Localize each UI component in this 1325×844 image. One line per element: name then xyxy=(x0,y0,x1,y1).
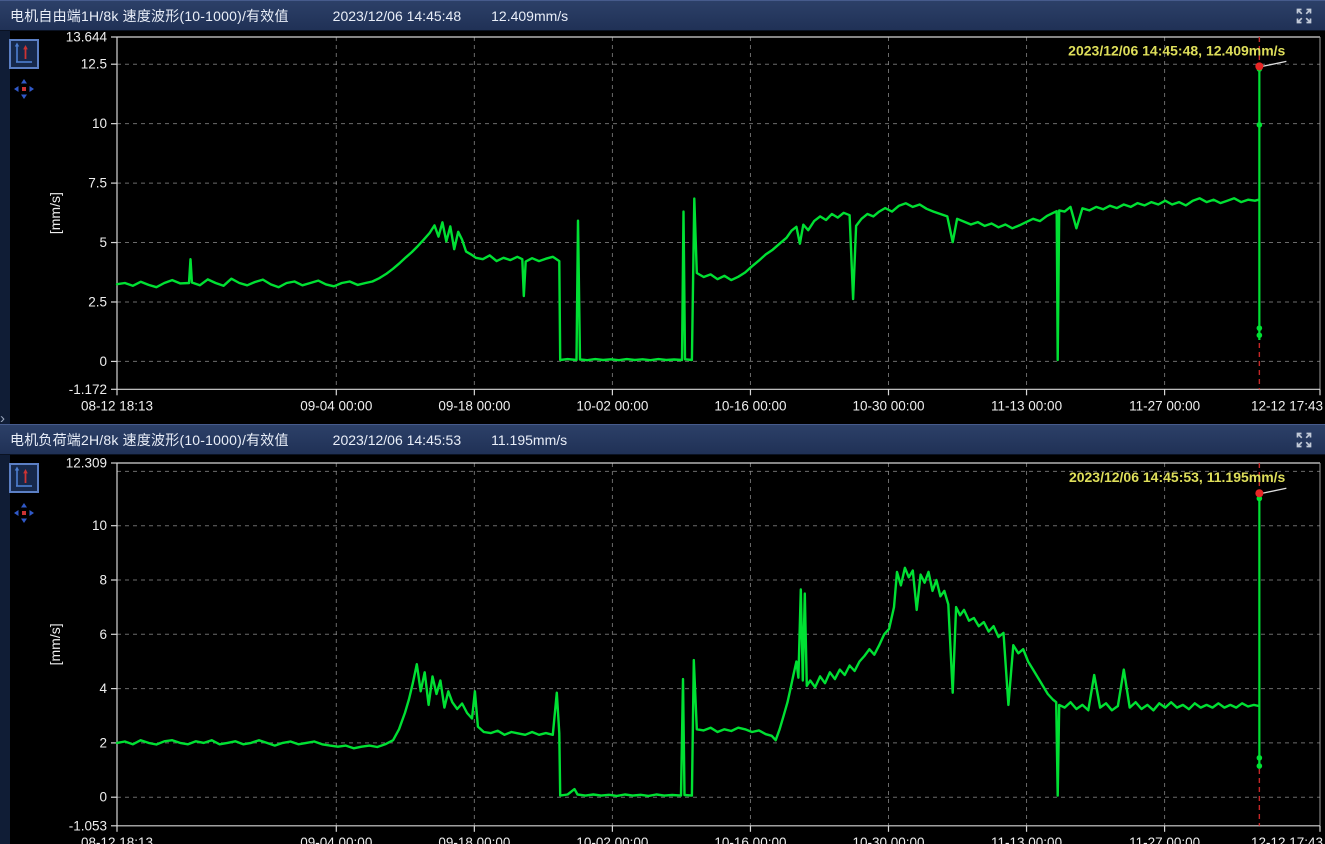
y-tick-label: 5 xyxy=(99,235,107,250)
x-tick-label: 08-12 18:13 xyxy=(81,835,153,844)
x-tick-label: 09-18 00:00 xyxy=(438,835,510,844)
y-tick-label: 12.309 xyxy=(66,456,107,471)
y-tick-label: 12.5 xyxy=(81,57,107,72)
y-tick-label: 13.644 xyxy=(66,31,108,45)
y-tick-label: 4 xyxy=(99,681,107,696)
trend-chart-panel-1: 13.644 12.5 10 7.5 5 2.5 0 -1.172 [mm/s] 08-12 18… xyxy=(0,31,1325,424)
pan-move-tool-icon xyxy=(14,503,34,523)
burst-dot xyxy=(1257,332,1263,338)
y-tick-label: 8 xyxy=(99,572,107,587)
selected-point-marker xyxy=(1255,489,1263,497)
x-tick-label: 11-27 00:00 xyxy=(1129,398,1200,413)
y-tick-label: 10 xyxy=(92,518,107,533)
x-tick-label: 10-16 00:00 xyxy=(714,398,786,413)
marker-pointer-line xyxy=(1262,61,1286,66)
x-tick-label: 10-02 00:00 xyxy=(576,835,648,844)
trend-chart-panel-2: 12.309 10 8 6 4 2 0 -1.053 [mm/s] 08-12 18:13 09-0… xyxy=(0,455,1325,844)
axis-scale-tool-icon xyxy=(11,465,37,491)
pan-move-tool-button[interactable] xyxy=(14,503,34,523)
panel1-current-value: 12.409mm/s xyxy=(491,8,568,24)
x-tick-label: 09-04 00:00 xyxy=(300,398,372,413)
pan-move-tool-button[interactable] xyxy=(14,79,34,99)
y-tick-label: 2.5 xyxy=(88,294,107,309)
trend-chart-1[interactable]: 13.644 12.5 10 7.5 5 2.5 0 -1.172 [mm/s] 08-12 18… xyxy=(0,31,1325,424)
y-tick-label: 7.5 xyxy=(88,176,107,191)
x-tick-label: 11-27 00:00 xyxy=(1129,835,1200,844)
x-tick-label: 10-02 00:00 xyxy=(576,398,648,413)
panel1-expand-button[interactable] xyxy=(1291,5,1317,27)
panel2-expand-button[interactable] xyxy=(1291,429,1317,451)
axis-scale-tool-icon xyxy=(11,41,37,67)
app-window: 电机自由端1H/8k 速度波形(10-1000)/有效值 2023/12/06 … xyxy=(0,0,1325,844)
marker-pointer-line xyxy=(1262,488,1286,493)
y-tick-label: -1.053 xyxy=(69,818,107,833)
axis-scale-tool-button[interactable] xyxy=(9,463,39,493)
trend-line xyxy=(117,198,1259,360)
trend-chart-2[interactable]: 12.309 10 8 6 4 2 0 -1.053 [mm/s] 08-12 18:13 09-0… xyxy=(0,455,1325,844)
x-tick-label: 12-12 17:43 xyxy=(1251,835,1323,844)
x-tick-label: 12-12 17:43 xyxy=(1251,398,1323,413)
y-tick-label: 6 xyxy=(99,627,107,642)
panel1-title: 电机自由端1H/8k 速度波形(10-1000)/有效值 xyxy=(10,6,289,26)
burst-dot xyxy=(1257,325,1263,331)
y-axis-unit-label: [mm/s] xyxy=(47,623,63,665)
selected-point-marker xyxy=(1255,62,1263,70)
expand-arrows-icon xyxy=(1295,431,1313,449)
x-tick-label: 09-18 00:00 xyxy=(438,398,510,413)
panel2-current-value: 11.195mm/s xyxy=(491,432,567,448)
pan-move-tool-icon xyxy=(14,79,34,99)
burst-dot xyxy=(1257,755,1263,761)
y-axis-unit-label: [mm/s] xyxy=(47,192,63,234)
x-tick-label: 09-04 00:00 xyxy=(300,835,372,844)
cursor-annotation: 2023/12/06 14:45:48, 12.409mm/s xyxy=(1068,42,1285,58)
x-tick-label: 10-30 00:00 xyxy=(852,835,924,844)
panel2-timestamp: 2023/12/06 14:45:53 xyxy=(333,432,461,448)
y-tick-label: -1.172 xyxy=(69,382,107,397)
x-tick-label: 10-16 00:00 xyxy=(714,835,786,844)
x-tick-label: 10-30 00:00 xyxy=(852,398,924,413)
burst-dot xyxy=(1257,122,1263,128)
cursor-annotation: 2023/12/06 14:45:53, 11.195mm/s xyxy=(1069,469,1286,485)
y-tick-label: 10 xyxy=(92,116,107,131)
panel-splitter-handle[interactable]: › xyxy=(0,410,12,428)
y-tick-label: 0 xyxy=(99,790,107,805)
axis-scale-tool-button[interactable] xyxy=(9,39,39,69)
expand-arrows-icon xyxy=(1295,7,1313,25)
y-tick-label: 2 xyxy=(99,735,107,750)
trend-line xyxy=(117,568,1259,796)
y-tick-label: 0 xyxy=(99,354,107,369)
panel1-timestamp: 2023/12/06 14:45:48 xyxy=(333,8,461,24)
panel2-titlebar: 电机负荷端2H/8k 速度波形(10-1000)/有效值 2023/12/06 … xyxy=(0,424,1325,455)
x-tick-label: 11-13 00:00 xyxy=(991,398,1062,413)
panel1-titlebar: 电机自由端1H/8k 速度波形(10-1000)/有效值 2023/12/06 … xyxy=(0,0,1325,31)
burst-dot xyxy=(1257,763,1263,769)
panel2-title: 电机负荷端2H/8k 速度波形(10-1000)/有效值 xyxy=(10,430,289,450)
x-tick-label: 11-13 00:00 xyxy=(991,835,1062,844)
x-tick-label: 08-12 18:13 xyxy=(81,398,153,413)
